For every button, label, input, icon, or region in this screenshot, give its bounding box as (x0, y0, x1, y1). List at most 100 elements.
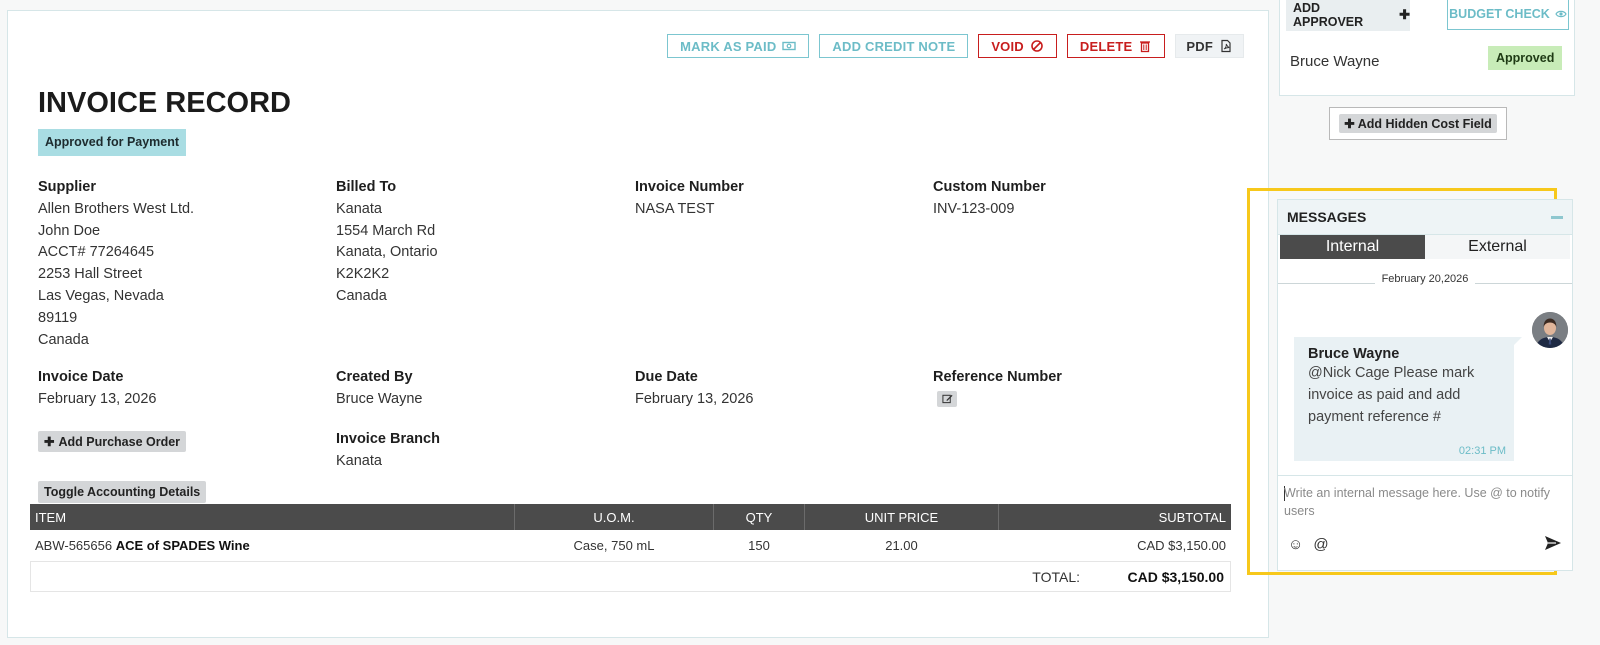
custom-number-label: Custom Number (933, 179, 1046, 195)
item-code: ABW-565656 (35, 538, 113, 553)
tab-external[interactable]: External (1425, 235, 1570, 259)
mark-as-paid-button[interactable]: MARK AS PAID (667, 34, 810, 58)
add-credit-note-button[interactable]: ADD CREDIT NOTE (819, 34, 969, 58)
mention-icon[interactable]: @ (1313, 536, 1328, 553)
invoice-branch-label: Invoice Branch (336, 431, 440, 447)
created-by-label: Created By (336, 369, 413, 385)
plus-icon: ✚ (44, 435, 55, 449)
message-tabs: Internal External (1280, 235, 1570, 259)
message-bubble: Bruce Wayne @Nick Cage Please mark invoi… (1294, 337, 1522, 461)
reference-number-block: Reference Number (933, 367, 1062, 407)
add-credit-note-label: ADD CREDIT NOTE (832, 38, 956, 54)
due-date-label: Due Date (635, 369, 698, 385)
billed-to-line: Kanata, Ontario (336, 244, 438, 261)
billed-to-label: Billed To (336, 179, 397, 195)
invoice-number-block: Invoice Number NASA TEST (635, 177, 744, 221)
supplier-line: John Doe (38, 222, 101, 239)
add-hidden-cost-button[interactable]: ✚ Add Hidden Cost Field (1339, 114, 1497, 133)
invoice-toolbar: MARK AS PAID ADD CREDIT NOTE VOID DELETE… (667, 34, 1244, 58)
invoice-date-value: February 13, 2026 (38, 390, 157, 407)
invoice-branch-block: Invoice Branch Kanata (336, 429, 440, 473)
tab-internal[interactable]: Internal (1280, 235, 1425, 259)
qty-cell: 150 (713, 530, 805, 562)
delete-label: DELETE (1079, 38, 1133, 54)
created-by-block: Created By Bruce Wayne (336, 367, 423, 411)
approver-status-badge: Approved (1488, 46, 1563, 70)
invoice-date-block: Invoice Date February 13, 2026 (38, 367, 157, 411)
custom-number-value: INV-123-009 (933, 200, 1015, 217)
invoice-branch-value: Kanata (336, 452, 382, 469)
edit-icon (941, 395, 953, 404)
created-by-value: Bruce Wayne (336, 390, 423, 407)
supplier-label: Supplier (38, 179, 97, 195)
add-hidden-cost-label: Add Hidden Cost Field (1357, 117, 1492, 131)
supplier-line: ACCT# 77264645 (38, 244, 155, 261)
collapse-icon[interactable] (1551, 215, 1563, 219)
eye-icon (1555, 10, 1567, 18)
budget-check-button[interactable]: BUDGET CHECK (1447, 0, 1569, 30)
ban-icon (1031, 40, 1043, 52)
add-purchase-order-label: Add Purchase Order (58, 434, 181, 449)
reference-number-label: Reference Number (933, 369, 1062, 385)
avatar (1532, 312, 1568, 348)
file-pdf-icon (1221, 39, 1231, 53)
add-approver-button[interactable]: ADD APPROVER ✚ (1286, 0, 1410, 31)
column-header-unit-price: UNIT PRICE (804, 504, 999, 530)
messages-header: MESSAGES (1278, 200, 1572, 235)
void-button[interactable]: VOID (978, 34, 1057, 58)
money-icon (782, 41, 797, 51)
invoice-number-value: NASA TEST (635, 200, 715, 217)
column-header-item: ITEM (30, 504, 515, 530)
status-badge: Approved for Payment (38, 129, 187, 156)
due-date-value: February 13, 2026 (635, 390, 754, 407)
messages-title: MESSAGES (1287, 209, 1367, 225)
supplier-line: 89119 (38, 309, 78, 326)
subtotal-cell: CAD $3,150.00 (998, 530, 1231, 562)
avatar-portrait (1532, 312, 1568, 348)
add-approver-label: ADD APPROVER (1293, 1, 1364, 29)
message-author: Bruce Wayne (1308, 346, 1400, 362)
total-label: TOTAL: (1032, 569, 1080, 585)
column-header-subtotal: SUBTOTAL (998, 504, 1231, 530)
page-title: INVOICE RECORD (38, 87, 291, 119)
emoji-icon[interactable]: ☺ (1288, 536, 1303, 553)
right-sidebar: ADD APPROVER ✚ BUDGET CHECK Bruce Wayne … (1247, 0, 1600, 645)
billed-to-block: Billed To Kanata 1554 March Rd Kanata, O… (336, 177, 438, 308)
unit-price-cell: 21.00 (804, 530, 999, 562)
edit-reference-button[interactable] (937, 390, 957, 407)
message-composer[interactable]: Write an internal message here. Use @ to… (1278, 475, 1572, 570)
invoice-date-label: Invoice Date (38, 369, 124, 385)
invoice-number-label: Invoice Number (635, 179, 744, 195)
billed-to-line: Kanata (336, 200, 382, 217)
column-header-qty: QTY (713, 504, 805, 530)
approver-card: ADD APPROVER ✚ BUDGET CHECK Bruce Wayne … (1279, 0, 1575, 96)
mark-as-paid-label: MARK AS PAID (680, 38, 777, 54)
plus-icon: ✚ (1399, 7, 1410, 22)
total-row: TOTAL: CAD $3,150.00 (30, 562, 1231, 592)
pdf-button[interactable]: PDF (1175, 34, 1244, 58)
supplier-line: Las Vegas, Nevada (38, 287, 164, 304)
supplier-line: Canada (38, 331, 89, 348)
hidden-cost-container: ✚ Add Hidden Cost Field (1329, 107, 1507, 140)
billed-to-line: Canada (336, 287, 387, 304)
table-header-row: ITEM U.O.M. QTY UNIT PRICE SUBTOTAL (30, 504, 1231, 530)
due-date-block: Due Date February 13, 2026 (635, 367, 754, 411)
column-header-uom: U.O.M. (514, 504, 714, 530)
send-icon[interactable] (1544, 535, 1562, 551)
message-text: @Nick Cage Please mark invoice as paid a… (1308, 365, 1475, 425)
item-name: ACE of SPADES Wine (115, 538, 250, 553)
toggle-accounting-details-button[interactable]: Toggle Accounting Details (38, 481, 207, 503)
supplier-block: Supplier Allen Brothers West Ltd. John D… (38, 177, 194, 351)
message-input-placeholder: Write an internal message here. Use @ to… (1284, 486, 1551, 518)
custom-number-block: Custom Number INV-123-009 (933, 177, 1046, 221)
message-time: 02:31 PM (1458, 445, 1506, 457)
messages-panel: MESSAGES Internal External February 20,2… (1277, 199, 1573, 571)
item-cell: ABW-565656 ACE of SPADES Wine (30, 530, 515, 562)
supplier-line: 2253 Hall Street (38, 266, 142, 283)
add-purchase-order-button[interactable]: ✚ Add Purchase Order (38, 431, 187, 452)
message-date: February 20,2026 (1374, 273, 1476, 285)
pdf-label: PDF (1186, 38, 1213, 54)
line-items-table: ITEM U.O.M. QTY UNIT PRICE SUBTOTAL ABW-… (30, 504, 1231, 562)
billed-to-line: 1554 March Rd (336, 222, 436, 239)
delete-button[interactable]: DELETE (1066, 34, 1166, 58)
